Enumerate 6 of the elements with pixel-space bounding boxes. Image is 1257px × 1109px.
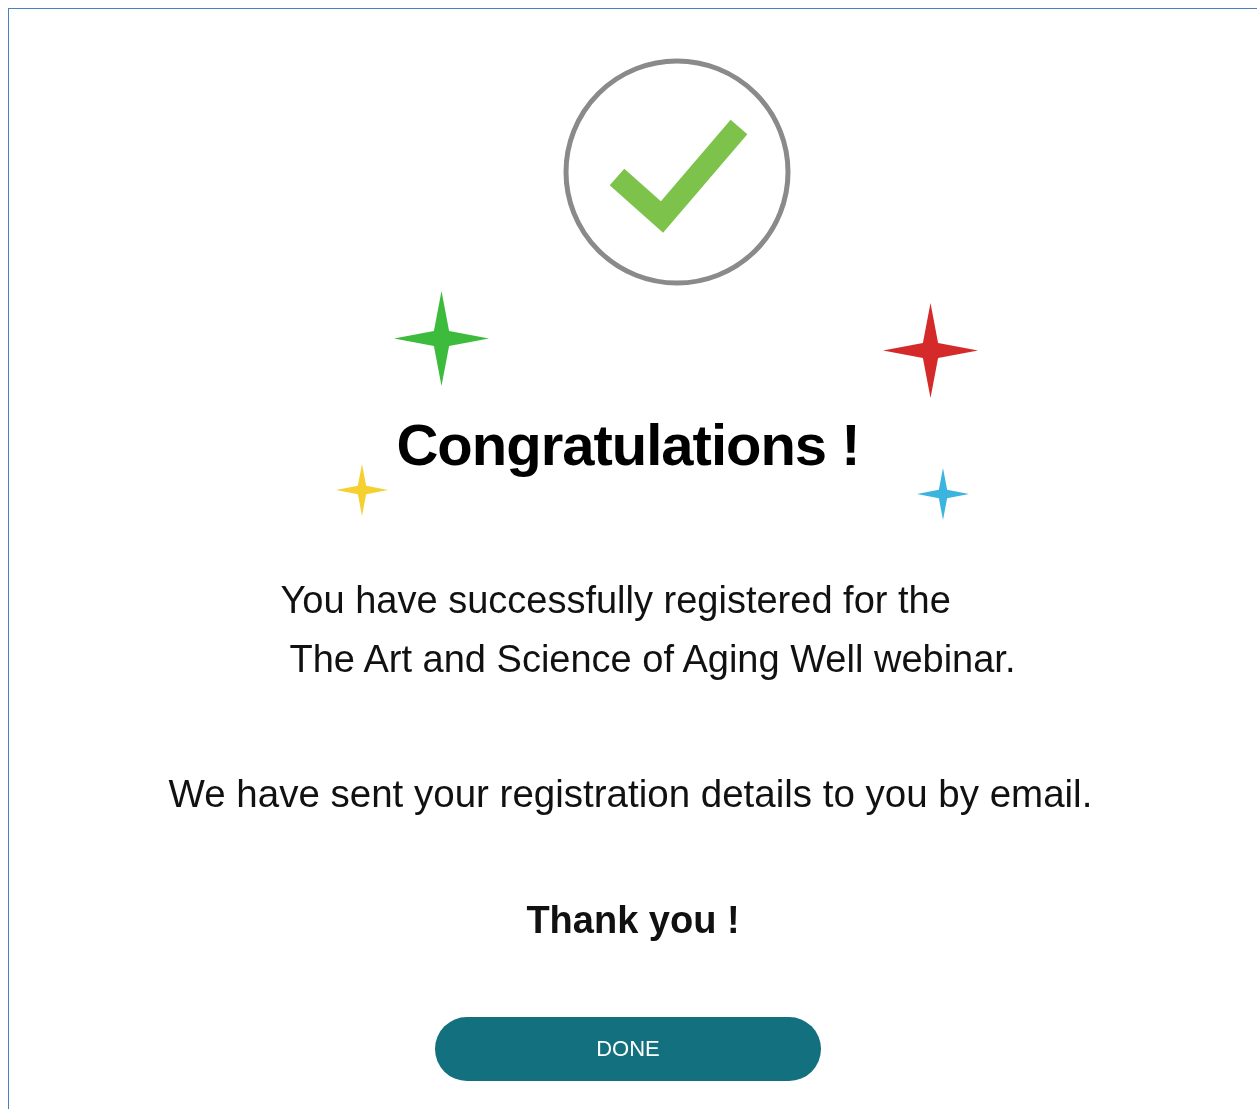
thank-you-text: Thank you !: [526, 899, 740, 942]
email-note-text: We have sent your registration details to you by email.: [168, 772, 1093, 816]
message-text: You have successfully registered for the: [280, 578, 951, 623]
message-text: The Art and Science of Aging Well webinar.: [289, 637, 1016, 682]
done-button[interactable]: DONE: [435, 1017, 821, 1081]
congratulations-heading: Congratulations !: [395, 411, 861, 478]
